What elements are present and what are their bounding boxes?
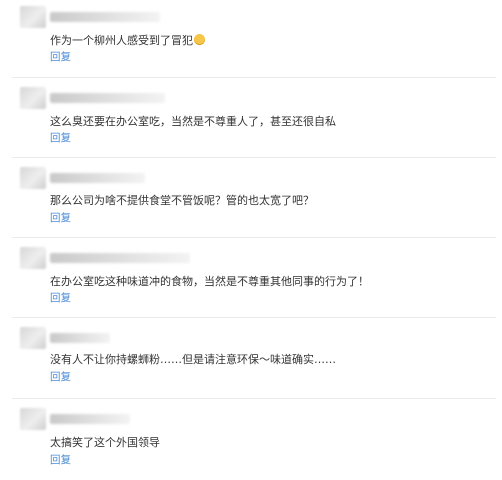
avatar[interactable] — [20, 87, 46, 109]
reply-link[interactable]: 回复 — [50, 51, 71, 63]
comment-item: 这么臭还要在办公室吃，当然是不尊重人了，甚至还很自私 回复 — [0, 79, 502, 159]
comment-list: 作为一个柳州人感受到了冒犯 回复 这么臭还要在办公室吃，当然是不尊重人了，甚至还… — [0, 0, 502, 479]
comment-item: 太搞笑了这个外国领导 回复 — [0, 400, 502, 480]
reply-link[interactable]: 回复 — [50, 132, 71, 144]
comment-text: 太搞笑了这个外国领导 — [50, 436, 160, 449]
divider — [12, 317, 496, 318]
comment-item: 没有人不让你持螺蛳粉……但是请注意环保～味道确实…… 回复 — [0, 319, 502, 399]
avatar[interactable] — [20, 167, 46, 189]
divider — [12, 398, 496, 399]
reply-link[interactable]: 回复 — [50, 292, 71, 304]
username-blurred[interactable] — [50, 93, 165, 103]
username-blurred[interactable] — [50, 12, 160, 22]
reply-link[interactable]: 回复 — [50, 212, 71, 224]
comment-text: 在办公室吃这种味道冲的食物，当然是不尊重其他同事的行为了！ — [50, 275, 369, 288]
reply-link[interactable]: 回复 — [50, 454, 71, 466]
divider — [12, 237, 496, 238]
avatar[interactable] — [20, 247, 46, 269]
comment-item: 那么公司为啥不提供食堂不管饭呢？管的也太宽了吧？ 回复 — [0, 159, 502, 239]
avatar[interactable] — [20, 408, 46, 430]
divider — [12, 157, 496, 158]
comment-text: 那么公司为啥不提供食堂不管饭呢？管的也太宽了吧？ — [50, 194, 314, 207]
username-blurred[interactable] — [50, 414, 130, 424]
username-blurred[interactable] — [50, 253, 190, 263]
comment-text: 没有人不让你持螺蛳粉……但是请注意环保～味道确实…… — [50, 353, 336, 366]
reply-link[interactable]: 回复 — [50, 371, 71, 383]
comment-item: 在办公室吃这种味道冲的食物，当然是不尊重其他同事的行为了！ 回复 — [0, 239, 502, 319]
divider — [12, 77, 496, 78]
comment-text: 作为一个柳州人感受到了冒犯 — [50, 34, 205, 48]
avatar[interactable] — [20, 327, 46, 349]
comment-text-content: 作为一个柳州人感受到了冒犯 — [50, 34, 193, 47]
username-blurred[interactable] — [50, 333, 110, 343]
avatar[interactable] — [20, 6, 46, 28]
comment-item: 作为一个柳州人感受到了冒犯 回复 — [0, 0, 502, 80]
grinning-face-emoji-icon — [194, 34, 205, 45]
username-blurred[interactable] — [50, 173, 145, 183]
comment-text: 这么臭还要在办公室吃，当然是不尊重人了，甚至还很自私 — [50, 115, 336, 128]
